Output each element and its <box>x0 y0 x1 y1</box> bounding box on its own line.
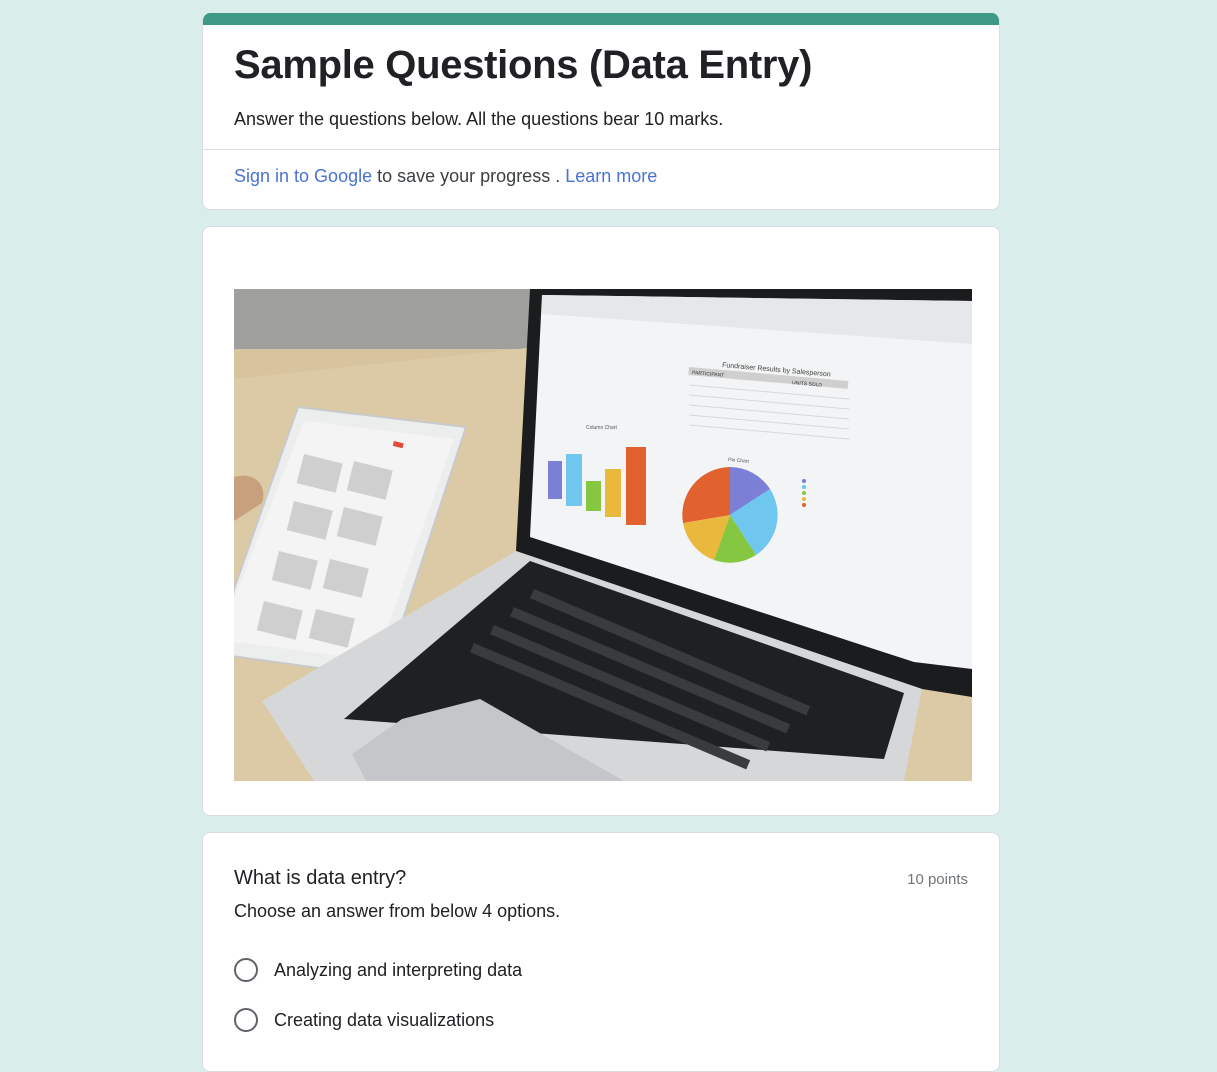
laptop-tablet-image: Fundraiser Results by Salesperson PARTIC… <box>234 289 972 781</box>
learn-more-link[interactable]: Learn more <box>565 166 657 186</box>
screen-column-chart-label: Column Chart <box>586 425 617 431</box>
form-description: Answer the questions below. All the ques… <box>234 109 724 129</box>
header-divider <box>203 149 999 150</box>
question-points: 10 points <box>907 871 968 888</box>
option-visualizations[interactable]: Creating data visualizations <box>234 1006 494 1034</box>
form-header-card: Sample Questions (Data Entry) Answer the… <box>202 13 1000 210</box>
option-label: Analyzing and interpreting data <box>274 959 523 980</box>
sign-in-link[interactable]: Sign in to Google <box>234 166 372 186</box>
signin-text: to save your progress . <box>377 166 561 186</box>
radio-button[interactable] <box>234 958 258 982</box>
option-analyzing[interactable]: Analyzing and interpreting data <box>234 956 522 984</box>
form-title: Sample Questions (Data Entry) <box>234 43 813 87</box>
question-help-text: Choose an answer from below 4 options. <box>234 901 561 921</box>
question-title: What is data entry? <box>234 867 407 889</box>
header-accent-bar <box>203 13 999 25</box>
image-card: Fundraiser Results by Salesperson PARTIC… <box>202 226 1000 816</box>
signin-row: Sign in to Google to save your progress … <box>234 166 657 187</box>
radio-button[interactable] <box>234 1008 258 1032</box>
question-card: What is data entry? 10 points Choose an … <box>202 832 1000 1072</box>
option-label: Creating data visualizations <box>274 1009 495 1030</box>
